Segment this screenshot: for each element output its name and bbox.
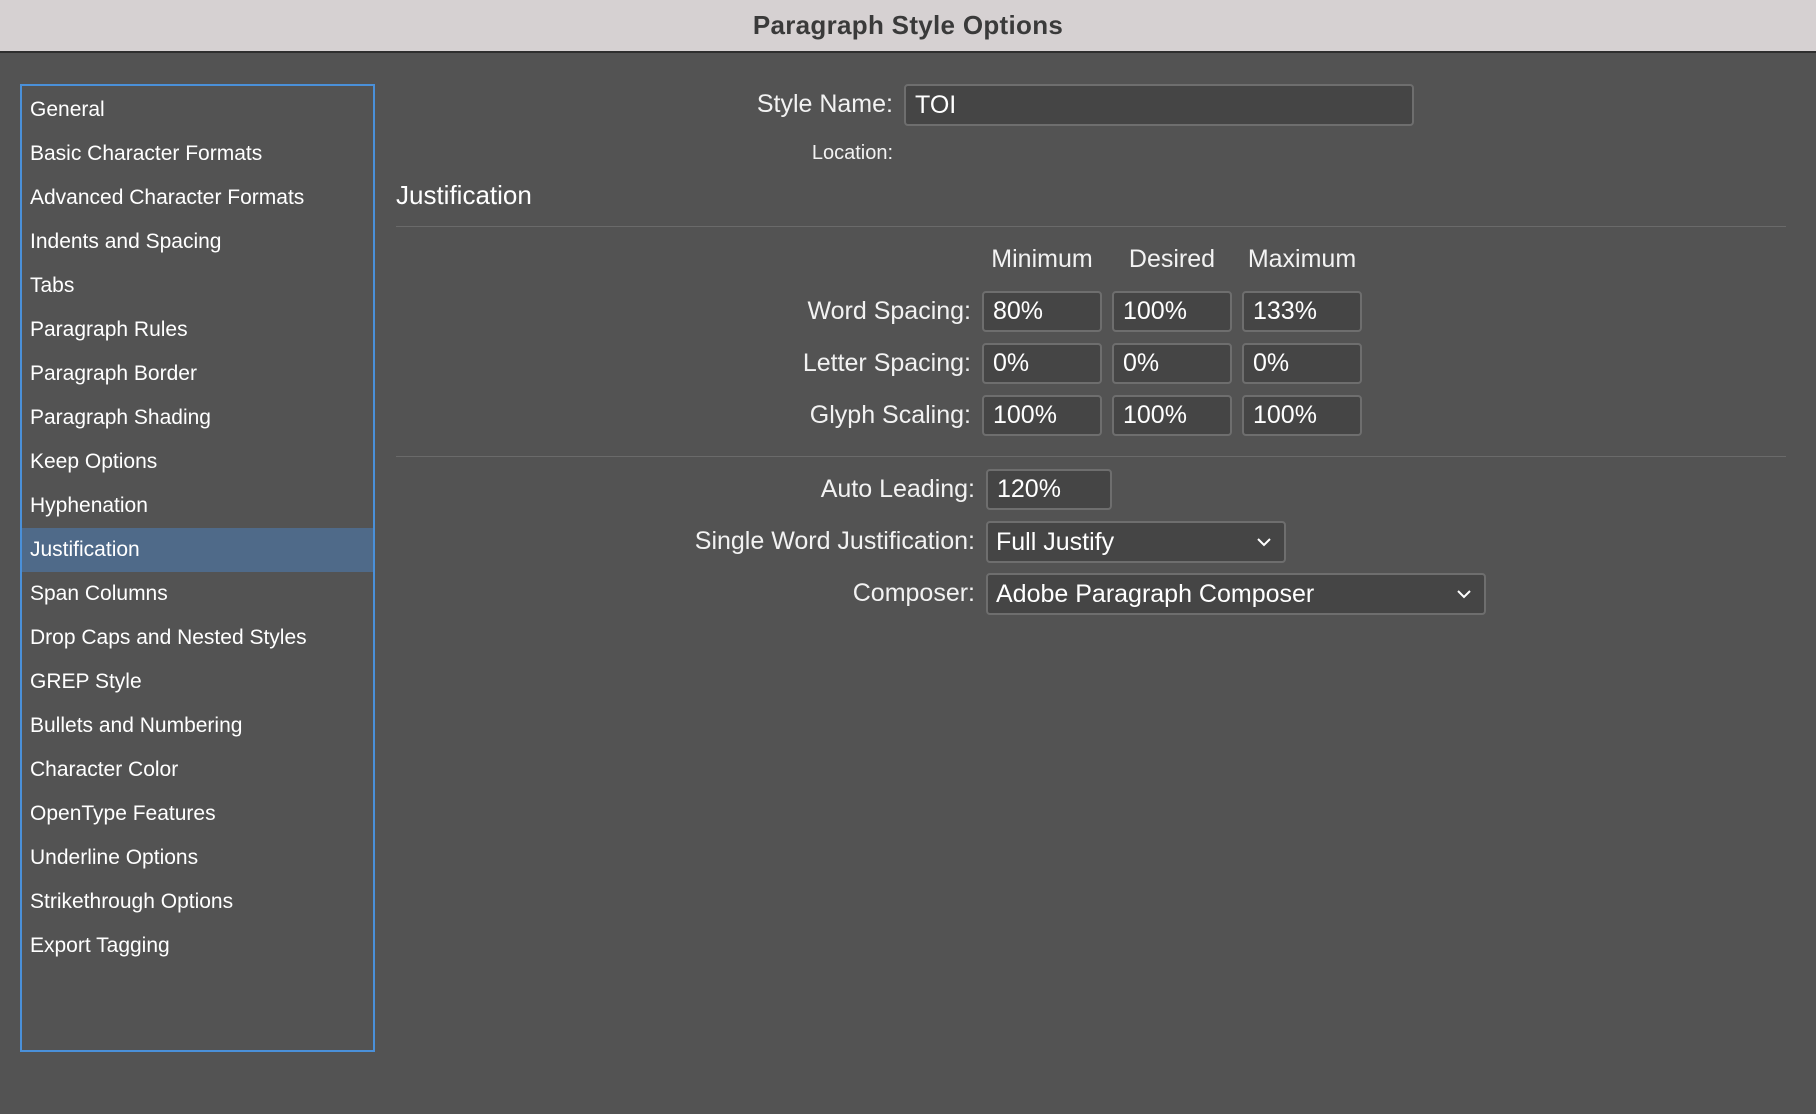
glyph-scaling-label: Glyph Scaling: bbox=[809, 401, 971, 429]
composer-value: Adobe Paragraph Composer bbox=[996, 579, 1315, 608]
sidebar-item-drop-caps-and-nested-styles[interactable]: Drop Caps and Nested Styles bbox=[22, 616, 373, 660]
auto-leading-label: Auto Leading: bbox=[820, 475, 975, 503]
sidebar-item-indents-and-spacing[interactable]: Indents and Spacing bbox=[22, 220, 373, 264]
location-label: Location: bbox=[811, 142, 893, 164]
glyph-scaling-minimum-input[interactable]: 100% bbox=[982, 395, 1102, 436]
section-divider-top bbox=[396, 226, 1786, 227]
composer-label: Composer: bbox=[852, 579, 975, 607]
column-header-maximum: Maximum bbox=[1247, 245, 1357, 273]
single-word-justification-value: Full Justify bbox=[996, 527, 1115, 556]
sidebar-item-justification[interactable]: Justification bbox=[22, 528, 373, 572]
title-bar: Paragraph Style Options bbox=[0, 0, 1816, 53]
sidebar-item-bullets-and-numbering[interactable]: Bullets and Numbering bbox=[22, 704, 373, 748]
sidebar-item-basic-character-formats[interactable]: Basic Character Formats bbox=[22, 132, 373, 176]
sidebar-item-paragraph-rules[interactable]: Paragraph Rules bbox=[22, 308, 373, 352]
glyph-scaling-maximum-input[interactable]: 100% bbox=[1242, 395, 1362, 436]
sidebar-item-general[interactable]: General bbox=[22, 88, 373, 132]
sidebar-item-span-columns[interactable]: Span Columns bbox=[22, 572, 373, 616]
composer-select[interactable]: Adobe Paragraph Composer bbox=[986, 573, 1486, 615]
section-title: Justification bbox=[396, 180, 532, 210]
sidebar-item-underline-options[interactable]: Underline Options bbox=[22, 836, 373, 880]
auto-leading-input[interactable]: 120% bbox=[986, 469, 1112, 510]
category-list[interactable]: General Basic Character Formats Advanced… bbox=[20, 84, 375, 1052]
sidebar-item-tabs[interactable]: Tabs bbox=[22, 264, 373, 308]
sidebar-item-keep-options[interactable]: Keep Options bbox=[22, 440, 373, 484]
sidebar-item-paragraph-shading[interactable]: Paragraph Shading bbox=[22, 396, 373, 440]
sidebar-item-strikethrough-options[interactable]: Strikethrough Options bbox=[22, 880, 373, 924]
style-name-input[interactable]: TOI bbox=[904, 84, 1414, 126]
chevron-down-icon bbox=[1257, 538, 1271, 547]
chevron-down-icon bbox=[1457, 590, 1471, 599]
sidebar-item-advanced-character-formats[interactable]: Advanced Character Formats bbox=[22, 176, 373, 220]
word-spacing-desired-input[interactable]: 100% bbox=[1112, 291, 1232, 332]
sidebar-item-opentype-features[interactable]: OpenType Features bbox=[22, 792, 373, 836]
sidebar-item-hyphenation[interactable]: Hyphenation bbox=[22, 484, 373, 528]
sidebar-item-export-tagging[interactable]: Export Tagging bbox=[22, 924, 373, 968]
column-header-desired: Desired bbox=[1128, 245, 1216, 273]
single-word-justification-label: Single Word Justification: bbox=[694, 527, 975, 555]
letter-spacing-label: Letter Spacing: bbox=[802, 349, 971, 377]
sidebar-item-character-color[interactable]: Character Color bbox=[22, 748, 373, 792]
word-spacing-label: Word Spacing: bbox=[807, 297, 971, 325]
style-name-label: Style Name: bbox=[756, 90, 893, 118]
sidebar-item-grep-style[interactable]: GREP Style bbox=[22, 660, 373, 704]
sidebar-item-paragraph-border[interactable]: Paragraph Border bbox=[22, 352, 373, 396]
glyph-scaling-desired-input[interactable]: 100% bbox=[1112, 395, 1232, 436]
word-spacing-minimum-input[interactable]: 80% bbox=[982, 291, 1102, 332]
single-word-justification-select[interactable]: Full Justify bbox=[986, 521, 1286, 563]
letter-spacing-maximum-input[interactable]: 0% bbox=[1242, 343, 1362, 384]
letter-spacing-desired-input[interactable]: 0% bbox=[1112, 343, 1232, 384]
window-title: Paragraph Style Options bbox=[752, 10, 1064, 40]
column-header-minimum: Minimum bbox=[991, 245, 1093, 273]
section-divider-bottom bbox=[396, 456, 1786, 457]
letter-spacing-minimum-input[interactable]: 0% bbox=[982, 343, 1102, 384]
word-spacing-maximum-input[interactable]: 133% bbox=[1242, 291, 1362, 332]
